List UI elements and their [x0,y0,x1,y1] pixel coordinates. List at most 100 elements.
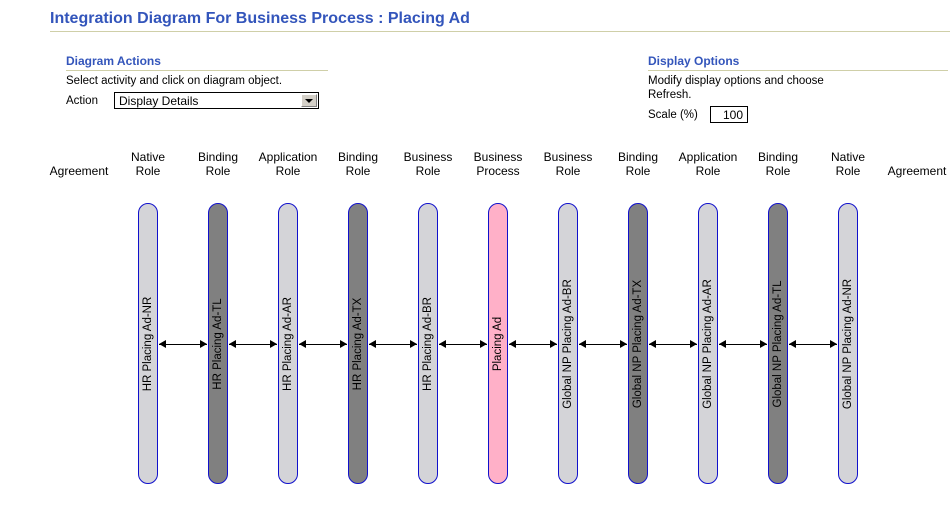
column-header-line1: Binding [617,150,659,164]
column-header-line2: Role [765,164,791,178]
action-label: Action [66,94,98,107]
lifeline-bar-label: HR Placing Ad-NR [142,296,154,391]
lifeline-bar-label: HR Placing Ad-TL [212,297,224,390]
column-header: Binding Role [758,150,798,178]
column-header-line2: Role [625,164,651,178]
column-header-line2: Agreement [49,164,109,178]
display-options-panel: Display Options Modify display options a… [648,54,948,123]
arrow-head-left-icon [369,340,376,348]
arrow-head-left-icon [649,340,656,348]
column-header-line1: Application [678,150,738,164]
column-header-line1: Application [258,150,318,164]
arrow-head-right-icon [620,340,627,348]
column-header: Native Role [131,150,165,178]
lifeline-bar[interactable]: Global NP Placing Ad-AR [698,203,718,484]
page-header: Integration Diagram For Business Process… [50,10,950,32]
message-arrow[interactable] [649,340,697,349]
action-select-value: Display Details [119,93,199,108]
lifeline-bar-label: Global NP Placing Ad-BR [562,278,574,409]
action-field-row: Action Display Details [66,92,328,109]
title-divider [50,31,950,32]
lifeline-bar[interactable]: Global NP Placing Ad-TX [628,203,648,484]
arrow-head-left-icon [229,340,236,348]
message-arrow[interactable] [579,340,627,349]
column-header: Business Role [544,150,593,178]
message-arrow[interactable] [509,340,557,349]
column-header-line2: Process [476,164,520,178]
column-header-line1: Business [473,150,523,164]
column-header: Business Role [404,150,453,178]
scale-input[interactable] [710,106,748,123]
column-header-line1: Native [830,150,866,164]
lifeline-bar-label: Global NP Placing Ad-TX [632,279,644,408]
arrow-head-right-icon [760,340,767,348]
arrow-head-right-icon [690,340,697,348]
column-header-line2: Role [695,164,721,178]
column-header-line1: Binding [337,150,379,164]
column-header-line2: Role [135,164,161,178]
lifeline-bar[interactable]: Global NP Placing Ad-NR [838,203,858,484]
lifeline-bar[interactable]: HR Placing Ad-AR [278,203,298,484]
column-header: Business Process [474,150,523,178]
column-header-line1: Business [543,150,593,164]
arrow-head-right-icon [200,340,207,348]
arrow-head-right-icon [340,340,347,348]
lifeline-bar[interactable]: Placing Ad [488,203,508,484]
arrow-head-left-icon [159,340,166,348]
scale-label: Scale (%) [648,108,698,121]
lifeline-bar[interactable]: HR Placing Ad-TL [208,203,228,484]
message-arrow[interactable] [369,340,417,349]
arrow-head-right-icon [830,340,837,348]
message-arrow[interactable] [789,340,837,349]
chevron-down-icon[interactable] [301,94,317,107]
lifeline-bar[interactable]: HR Placing Ad-BR [418,203,438,484]
lifeline-bar-label: Global NP Placing Ad-NR [842,278,854,409]
arrow-head-left-icon [789,340,796,348]
column-header-line2: Agreement [887,164,947,178]
scale-field-row: Scale (%) [648,106,948,123]
lifeline-bar[interactable]: Global NP Placing Ad-TL [768,203,788,484]
lifeline-bar-label: HR Placing Ad-BR [422,296,434,391]
column-header-line1: Binding [757,150,799,164]
message-arrow[interactable] [439,340,487,349]
lifeline-bar-label: HR Placing Ad-TX [352,297,364,390]
column-header-line1: Business [403,150,453,164]
diagram-actions-description: Select activity and click on diagram obj… [66,75,283,87]
column-header-line2: Role [555,164,581,178]
diagram-actions-divider [66,70,328,71]
message-arrow[interactable] [159,340,207,349]
page-title: Integration Diagram For Business Process… [50,10,470,27]
arrow-head-right-icon [550,340,557,348]
column-header-line1: Native [130,150,166,164]
lifeline-bar[interactable]: HR Placing Ad-TX [348,203,368,484]
lifeline-bar-label: Placing Ad [492,316,504,371]
column-header: Native Role [831,150,865,178]
column-header: Binding Role [618,150,658,178]
integration-diagram-canvas: Agreement Native Role Binding Role Applicatio… [0,150,950,510]
diagram-actions-panel: Diagram Actions Select activity and clic… [66,54,328,109]
arrow-head-right-icon [480,340,487,348]
display-options-divider [648,70,948,71]
display-options-description: Modify display options and choose Refres… [648,75,824,101]
message-arrow[interactable] [299,340,347,349]
arrow-head-right-icon [270,340,277,348]
column-header-line2: Role [415,164,441,178]
arrow-head-right-icon [410,340,417,348]
lifeline-bar[interactable]: HR Placing Ad-NR [138,203,158,484]
column-header-line2: Role [345,164,371,178]
lifeline-bar-label: HR Placing Ad-AR [282,296,294,391]
arrow-head-left-icon [719,340,726,348]
lifeline-bar-label: Global NP Placing Ad-TL [772,280,784,407]
lifeline-bar-label: Global NP Placing Ad-AR [702,278,714,409]
arrow-head-left-icon [509,340,516,348]
diagram-actions-heading: Diagram Actions [66,54,161,68]
column-header: Binding Role [338,150,378,178]
action-select[interactable]: Display Details [114,92,319,109]
column-header: Application Role [259,150,318,178]
column-header-line2: Role [835,164,861,178]
lifeline-bar[interactable]: Global NP Placing Ad-BR [558,203,578,484]
column-header-line2: Role [205,164,231,178]
message-arrow[interactable] [229,340,277,349]
column-header: Binding Role [198,150,238,178]
message-arrow[interactable] [719,340,767,349]
